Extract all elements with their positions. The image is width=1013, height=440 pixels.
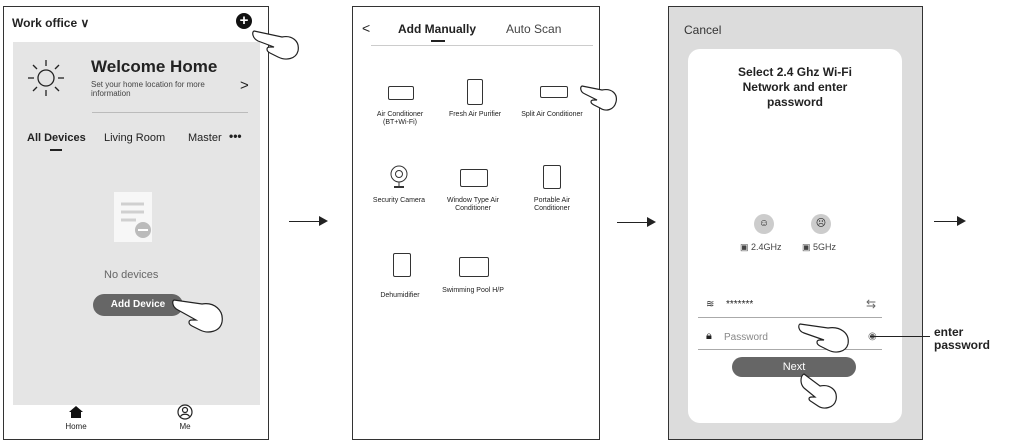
tab-living-room[interactable]: Living Room [104,132,165,144]
device-security-camera[interactable]: Security Camera [364,197,434,205]
switch-network-icon[interactable]: ⇆ [866,297,876,311]
device-dehumidifier[interactable]: Dehumidifier [365,292,435,300]
add-device-screen: < Add Manually Auto Scan Air Conditioner… [352,6,600,440]
tab-underline [431,40,445,42]
divider [371,45,593,46]
tab-underline [50,149,62,151]
router-icon: ▣ [740,242,749,252]
divider [92,112,248,113]
cancel-button[interactable]: Cancel [684,23,721,37]
nav-home-label: Home [65,422,87,431]
pointing-hand-icon [252,30,299,60]
location-label: Work office [12,16,78,30]
welcome-title: Welcome Home [91,57,218,76]
flow-arrow [289,216,328,226]
add-device-button[interactable]: Add Device [93,294,183,316]
wifi-setup-screen: Cancel Select 2.4 Ghz Wi-Fi Network and … [668,6,923,440]
smile-icon: ☺ [754,214,774,234]
chevron-right-icon[interactable]: > [240,77,249,94]
home-icon[interactable] [68,405,84,419]
pointing-hand-icon [798,323,849,353]
flow-arrow [617,217,656,227]
pool-heat-pump-icon[interactable] [459,257,489,277]
device-fresh-air-purifier[interactable]: Fresh Air Purifier [440,111,510,119]
device-air-conditioner-bt[interactable]: Air Conditioner (BT+Wi-Fi) [365,111,435,127]
lock-icon: 🔒︎ [706,330,712,342]
pointing-hand-icon [580,85,617,111]
tab-auto-scan[interactable]: Auto Scan [506,22,561,36]
device-window-type-ac[interactable]: Window Type Air Conditioner [438,197,508,213]
wifi-instruction-title: Select 2.4 Ghz Wi-Fi Network and enter p… [738,65,852,109]
freq-5ghz: ▣ 5GHz [802,242,836,253]
freq-2-4ghz-label: 2.4GHz [751,242,782,252]
home-screen: Work office ∨ + Welcome Home Set your ho… [3,6,269,440]
profile-icon[interactable] [177,404,193,420]
tab-add-manually[interactable]: Add Manually [398,22,476,36]
tab-master[interactable]: Master [188,132,222,144]
welcome-subtitle: Set your home location for more informat… [91,80,205,98]
input-underline [698,317,882,318]
router-icon: ▣ [802,242,811,252]
annotation-leader-line [870,336,930,337]
frown-icon: ☹ [811,214,831,234]
location-selector[interactable]: Work office ∨ [12,16,89,30]
device-swimming-pool-hp[interactable]: Swimming Pool H/P [438,287,508,295]
wifi-icon: ≋ [706,299,715,310]
pointing-hand-icon [800,373,837,409]
tab-all-devices[interactable]: All Devices [27,132,86,144]
wifi-panel: Select 2.4 Ghz Wi-Fi Network and enter p… [688,49,902,423]
air-conditioner-icon[interactable] [388,86,414,100]
freq-5ghz-label: 5GHz [813,242,837,252]
camera-icon[interactable] [389,165,409,189]
freq-2-4ghz: ▣ 2.4GHz [740,242,782,253]
add-device-plus-button[interactable]: + [236,13,252,29]
air-purifier-icon[interactable] [467,79,483,105]
password-field[interactable]: Password [724,332,768,343]
empty-document-icon [114,192,152,242]
device-portable-ac[interactable]: Portable Air Conditioner [517,197,587,213]
portable-ac-icon[interactable] [543,165,561,189]
annotation-enter-password: enter password [934,325,991,352]
flow-arrow [934,216,966,226]
dehumidifier-icon[interactable] [393,253,411,277]
split-ac-icon[interactable] [540,86,568,98]
pointing-hand-icon [172,299,223,333]
input-underline [698,349,882,350]
sun-icon [28,60,64,96]
back-icon[interactable]: < [362,20,370,36]
chevron-down-icon: ∨ [80,16,90,30]
more-icon[interactable]: ••• [229,129,242,143]
ssid-field[interactable]: ******* [726,299,753,310]
window-ac-icon[interactable] [460,169,488,187]
device-split-air-conditioner[interactable]: Split Air Conditioner [517,111,587,119]
nav-me-label: Me [179,422,191,431]
empty-state-text: No devices [104,269,159,281]
